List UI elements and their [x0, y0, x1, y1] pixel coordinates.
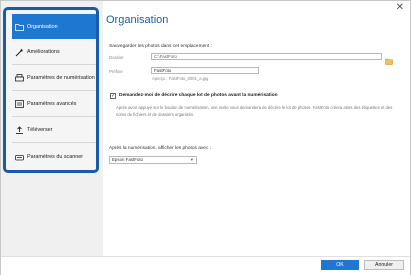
folder-icon: [15, 22, 24, 31]
sidebar: Organisation Améliorations Paramètres de…: [3, 7, 99, 173]
sidebar-item-label: Organisation: [27, 23, 58, 30]
prefix-field[interactable]: FastFoto: [151, 67, 259, 74]
sidebar-item-label: Paramètres avancés: [27, 101, 77, 107]
describe-batch-label: Demandez-moi de décrire chaque lot de ph…: [119, 93, 278, 98]
sidebar-item-label: Téléverser: [27, 127, 53, 133]
sidebar-item-televerser[interactable]: Téléverser: [12, 118, 96, 143]
page-title: Organisation: [106, 14, 169, 26]
folder-label: Dossier: [109, 55, 124, 60]
sidebar-item-label: Paramètres du scanner: [27, 153, 84, 160]
sidebar-item-organisation[interactable]: Organisation: [12, 14, 96, 39]
magic-wand-icon: [15, 48, 24, 57]
browse-folder-icon[interactable]: [385, 52, 393, 65]
describe-batch-description: Après avoir appuyé sur le bouton de numé…: [116, 105, 393, 117]
sidebar-item-ameliorations[interactable]: Améliorations: [12, 40, 96, 65]
describe-batch-checkbox[interactable]: ✓: [110, 93, 116, 99]
settings-panel-icon: [15, 100, 24, 109]
sidebar-item-label: Paramètres de numérisation: [27, 75, 95, 81]
upload-icon: [15, 125, 24, 135]
photo-viewer-value: Epson FastFoto: [112, 157, 143, 162]
scanner-icon: [15, 74, 24, 83]
photo-viewer-select[interactable]: Epson FastFoto ▾: [109, 156, 197, 164]
close-icon[interactable]: ✕: [396, 3, 404, 13]
sidebar-item-parametres-avances[interactable]: Paramètres avancés: [12, 92, 96, 117]
preview-text: Aperçu : FastFoto_0001_a.jpg: [152, 76, 209, 81]
sidebar-item-parametres-numerisation[interactable]: Paramètres de numérisation: [12, 66, 96, 91]
after-scan-label: Après la numérisation, afficher les phot…: [109, 146, 212, 151]
sidebar-item-parametres-scanner[interactable]: Paramètres du scanner: [12, 144, 96, 169]
prefix-label: Préfixe: [109, 69, 123, 74]
scanner-settings-icon: [15, 152, 24, 161]
folder-field[interactable]: C:\FastFoto: [151, 53, 382, 60]
ok-button[interactable]: OK: [321, 260, 359, 270]
settings-window: ✕ Organisation Améliorations Paramètres …: [0, 0, 411, 275]
save-location-label: Sauvegarder les photos dans cet emplacem…: [109, 44, 212, 49]
chevron-down-icon: ▾: [190, 157, 193, 162]
cancel-button[interactable]: Annuler: [364, 260, 404, 270]
sidebar-item-label: Améliorations: [27, 49, 60, 55]
